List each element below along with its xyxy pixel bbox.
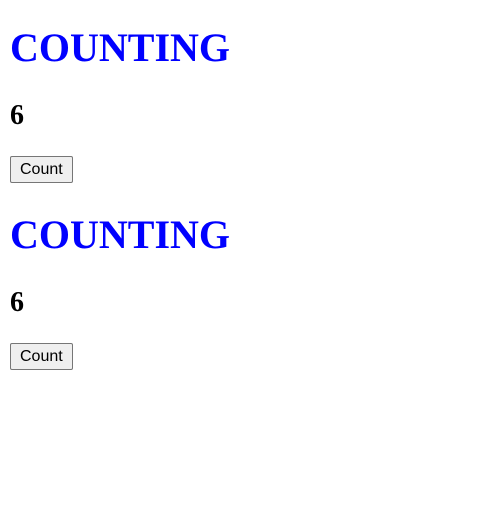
count-button[interactable]: Count [10, 343, 73, 370]
counter-title: COUNTING [10, 25, 231, 70]
counter-value: 6 [10, 287, 24, 318]
counter-title: COUNTING [10, 212, 231, 257]
counter-value: 6 [10, 100, 24, 131]
count-button[interactable]: Count [10, 156, 73, 183]
